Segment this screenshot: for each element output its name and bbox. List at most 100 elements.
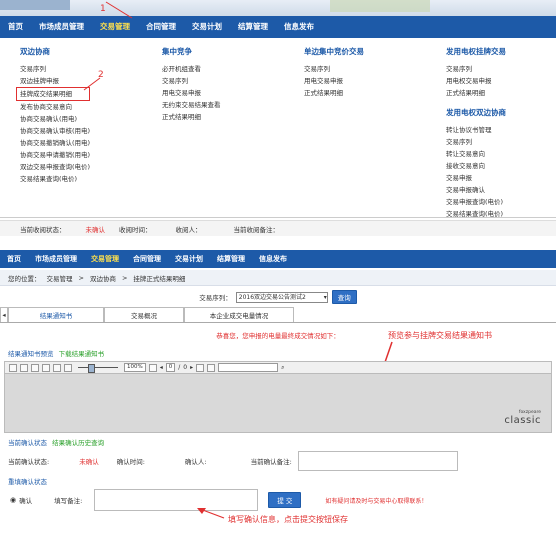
confirm-radio[interactable]: ◉ (10, 496, 16, 504)
nav-settlement[interactable]: 结算管理 (210, 250, 252, 268)
menu-link[interactable]: 双边挂牌申报 (20, 75, 90, 87)
viewer-preview-title: 结果通知书预览 (8, 350, 54, 358)
menu-link[interactable]: 接收交易意向 (446, 160, 506, 172)
query-button[interactable]: 查询 (331, 290, 357, 304)
nav-settlement[interactable]: 结算管理 (230, 16, 276, 38)
contact-notice: 如有疑问请及时与交易中心取得联系！ (325, 497, 428, 505)
menu-link[interactable]: 协商交易确认审核(用电) (20, 125, 90, 137)
confirm-state-value: 未确认 (79, 458, 99, 466)
menu-link[interactable]: 交易结果查询(电价) (20, 173, 90, 185)
menu-link[interactable]: 交易序列 (20, 63, 90, 75)
next-page-icon[interactable]: ▸ (190, 364, 193, 371)
main-nav: 首页 市场成员管理 交易管理 合同管理 交易计划 结算管理 信息发布 (0, 16, 556, 38)
nav-trade-management[interactable]: 交易管理 (84, 250, 126, 268)
nav-contract-management[interactable]: 合同管理 (126, 250, 168, 268)
nav-home[interactable]: 首页 (0, 16, 31, 38)
breadcrumb-item[interactable]: 交易管理 (47, 273, 73, 283)
download-notice-link[interactable]: 下载结果通知书 (59, 350, 105, 358)
menu-link[interactable]: 必开机组查看 (162, 63, 221, 75)
confirm-state-header: 当前确认状态 结果确认历史查询 (8, 437, 104, 447)
search-icon[interactable]: ⌕ (281, 364, 284, 372)
tab-enterprise-volume[interactable]: 本企业成交电量情况 (184, 307, 294, 322)
prev-page-icon[interactable]: ◂ (160, 364, 163, 371)
last-page-icon[interactable] (196, 363, 205, 372)
print-icon[interactable] (20, 363, 28, 372)
page-total: 0 (183, 364, 188, 371)
menu-link[interactable]: 交易序列 (446, 136, 506, 148)
menu-link[interactable]: 交易序列 (304, 63, 364, 75)
menu-link[interactable]: 交易结果查询(电价) (446, 208, 506, 220)
menu-link-listing-results-highlighted[interactable]: 挂牌成交结果明细 (16, 87, 91, 101)
tab-trade-overview[interactable]: 交易概况 (104, 307, 184, 322)
receipt-time-label: 收阅时间： (119, 225, 152, 234)
receipt-state-label: 当前收阅状态： (20, 225, 66, 234)
menu-link[interactable]: 协商交易确认(用电) (20, 113, 90, 125)
submit-button[interactable]: 提 交 (268, 492, 302, 508)
menu-link[interactable]: 用电交易申报 (304, 75, 364, 87)
menu-column-title: 双边协商 (20, 47, 50, 56)
menu-column-title: 单边集中竞价交易 (304, 47, 364, 56)
nav-market-members[interactable]: 市场成员管理 (31, 16, 92, 38)
menu-link[interactable]: 交易申报查询(电价) (446, 196, 506, 208)
fit-page-icon[interactable] (53, 363, 61, 372)
menu-link[interactable]: 双边交易申报查询(电价) (20, 161, 90, 173)
logo-big-text: classic (504, 415, 541, 426)
document-viewer: 100% ◂ 0 / 0 ▸ ⌕ foxzpeare classic (4, 361, 552, 433)
tab-bar: ◂ 结果通知书 交易概况 本企业成交电量情况 (0, 307, 556, 323)
menu-link[interactable]: 转让交易意向 (446, 148, 506, 160)
nav-home[interactable]: 首页 (0, 250, 28, 268)
breadcrumb-item-current: 挂牌正式结果明细 (133, 274, 186, 283)
reconfirm-title: 重填确认状态 (8, 478, 47, 486)
breadcrumb: 您的位置： 交易管理 > 双边协商 > 挂牌正式结果明细 (0, 270, 556, 286)
note-input[interactable] (94, 489, 259, 511)
menu-link[interactable]: 交易申报确认 (446, 184, 506, 196)
nav-market-members[interactable]: 市场成员管理 (28, 250, 84, 268)
page-current-field[interactable]: 0 (165, 363, 176, 372)
menu-link[interactable]: 用电交易申报 (162, 87, 221, 99)
tab-result-notice[interactable]: 结果通知书 (8, 307, 104, 322)
viewer-label-row: 结果通知书预览 下载结果通知书 (8, 348, 104, 358)
sequence-select[interactable]: 2016双边交易公告测试2 ▾ (235, 291, 328, 303)
annotation-preview-text: 预览参与挂牌交易结果通知书 (388, 331, 492, 340)
annotation-fill-text: 填写确认信息，点击提交按钮保存 (228, 515, 348, 524)
thumbnail-icon[interactable] (31, 363, 39, 372)
confirm-radio-label: 确认 (19, 497, 33, 505)
confirm-history-link[interactable]: 结果确认历史查询 (52, 439, 104, 447)
menu-link[interactable]: 协商交易撤销确认(用电) (20, 137, 90, 149)
menu-link[interactable]: 正式结果明细 (304, 87, 364, 99)
chevron-down-icon: ▾ (323, 293, 327, 301)
main-nav-secondary: 首页 市场成员管理 交易管理 合同管理 交易计划 结算管理 信息发布 (0, 250, 556, 268)
fullscreen-icon[interactable] (207, 363, 216, 372)
nav-contract-management[interactable]: 合同管理 (138, 16, 184, 38)
menu-link[interactable]: 正式结果明细 (446, 87, 506, 99)
tab-scroll-left-icon[interactable]: ◂ (0, 307, 8, 322)
menu-link[interactable]: 无约束交易结果查看 (162, 99, 221, 111)
menu-column-unilateral-bidding: 单边集中竞价交易 交易序列 用电交易申报 正式结果明细 (304, 46, 364, 99)
menu-link[interactable]: 转让协议书管理 (446, 124, 506, 136)
confirm-note-label: 当前确认备注: (250, 458, 292, 466)
nav-trade-plan[interactable]: 交易计划 (184, 16, 230, 38)
menu-link[interactable]: 交易序列 (446, 63, 506, 75)
menu-link[interactable]: 用电权交易申报 (446, 75, 506, 87)
breadcrumb-item[interactable]: 双边协商 (90, 273, 116, 283)
zoom-slider[interactable] (78, 364, 118, 373)
sequence-label: 交易序列： (199, 294, 232, 302)
zoom-level-field[interactable]: 100% (124, 363, 146, 372)
trade-management-dropdown: 双边协商 交易序列 双边挂牌申报 挂牌成交结果明细 发布协商交易意向 协商交易确… (0, 38, 556, 218)
menu-link[interactable]: 协商交易申请撤销(用电) (20, 149, 90, 161)
menu-column-title: 发用电权双边协商 (446, 108, 506, 117)
confirm-note-display (297, 451, 458, 471)
nav-info-publish[interactable]: 信息发布 (252, 250, 294, 268)
nav-trade-plan[interactable]: 交易计划 (168, 250, 210, 268)
menu-link[interactable]: 正式结果明细 (162, 111, 221, 123)
save-icon[interactable] (9, 363, 17, 372)
search-input[interactable] (218, 363, 279, 372)
zoom-out-icon[interactable] (64, 363, 72, 372)
menu-link[interactable]: 发布协商交易意向 (20, 101, 90, 113)
menu-link[interactable]: 交易序列 (162, 75, 221, 87)
single-page-icon[interactable] (148, 363, 157, 372)
fit-width-icon[interactable] (42, 363, 50, 372)
menu-link[interactable]: 交易申报 (446, 172, 506, 184)
receipt-status-row: 当前收阅状态： 未确认 收阅时间： 收阅人： 当前收阅备注： (0, 220, 556, 236)
nav-info-publish[interactable]: 信息发布 (276, 16, 322, 38)
